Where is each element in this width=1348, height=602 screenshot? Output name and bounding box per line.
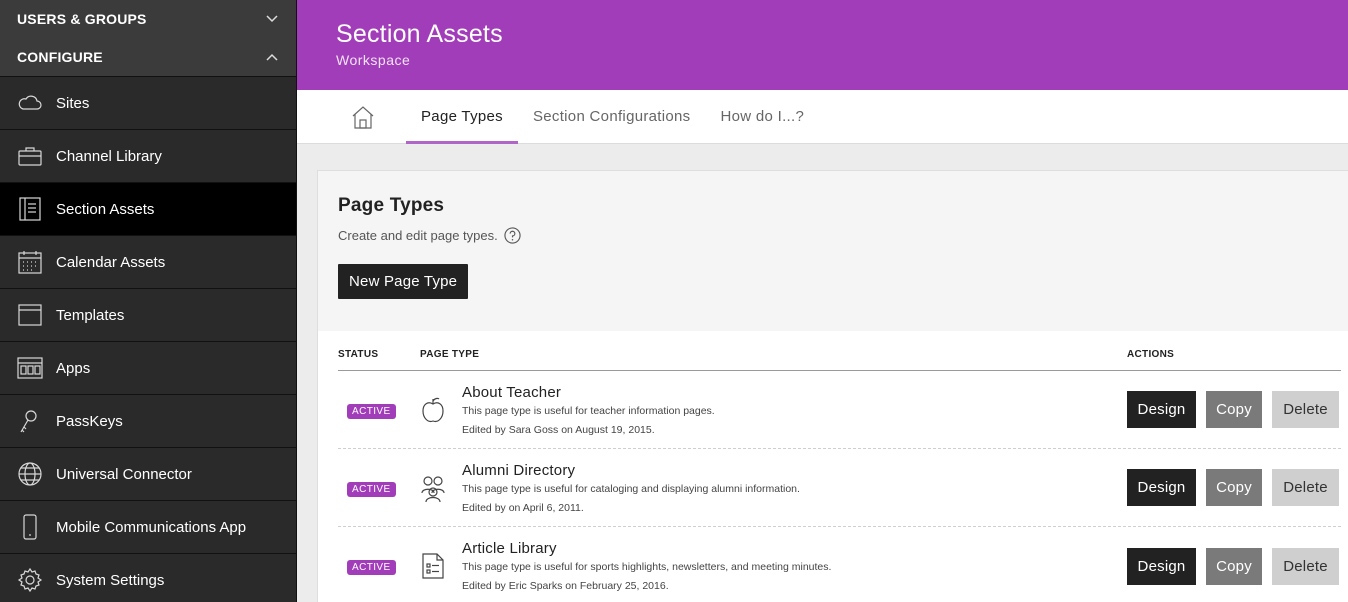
column-header-status: STATUS <box>338 349 379 360</box>
design-button[interactable]: Design <box>1127 547 1196 585</box>
status-badge: ACTIVE <box>347 560 396 575</box>
design-button[interactable]: Design <box>1127 469 1196 506</box>
cloud-icon <box>17 90 43 116</box>
globe-icon <box>17 461 43 487</box>
page-type-name[interactable]: About Teacher <box>462 384 1127 401</box>
chevron-down-icon <box>265 12 279 26</box>
delete-button[interactable]: Delete <box>1272 391 1339 428</box>
panel-title: Page Types <box>338 195 445 216</box>
page-type-edited: Edited by on April 6, 2011. <box>462 501 584 514</box>
sidebar-section-configure[interactable]: CONFIGURE <box>0 38 296 76</box>
apps-icon <box>17 355 43 381</box>
home-icon <box>352 105 374 129</box>
briefcase-icon <box>17 143 43 169</box>
page-subtitle: Workspace <box>336 52 411 68</box>
status-badge: ACTIVE <box>347 403 396 419</box>
new-page-type-button[interactable]: New Page Type <box>338 264 469 299</box>
tab-bar: Page Types Section Configurations How do… <box>297 90 1348 144</box>
passkey-icon <box>17 408 43 434</box>
sidebar-section-users-groups[interactable]: USERS & GROUPS <box>0 0 296 38</box>
sidebar-item-channel-library[interactable]: Channel Library <box>0 129 296 182</box>
sidebar-item-label: Templates <box>56 306 125 324</box>
help-icon[interactable] <box>504 227 521 244</box>
sidebar: USERS & GROUPS CONFIGURE Sites Channel L… <box>0 0 297 602</box>
page-types-panel: Page Types Create and edit page types. N… <box>317 170 1348 602</box>
page-type-name[interactable]: Article Library <box>462 540 1127 557</box>
sidebar-item-passkeys[interactable]: PassKeys <box>0 394 296 447</box>
sidebar-item-label: Calendar Assets <box>56 253 166 271</box>
table-header: STATUS PAGE TYPE ACTIONS <box>338 331 1341 371</box>
sidebar-item-section-assets[interactable]: Section Assets <box>0 182 296 235</box>
sidebar-item-label: Mobile Communications App <box>56 518 247 536</box>
apple-icon <box>422 397 444 422</box>
gear-icon <box>17 567 43 593</box>
column-header-page-type: PAGE TYPE <box>420 349 480 360</box>
sidebar-section-label: USERS & GROUPS <box>17 11 147 27</box>
copy-button[interactable]: Copy <box>1206 469 1262 506</box>
sidebar-item-sites[interactable]: Sites <box>0 76 296 129</box>
document-list-icon <box>422 553 444 579</box>
delete-button[interactable]: Delete <box>1272 469 1339 506</box>
people-icon <box>421 475 445 502</box>
calendar-icon <box>17 249 43 275</box>
page-type-name[interactable]: Alumni Directory <box>462 462 1127 479</box>
sidebar-item-system-settings[interactable]: System Settings <box>0 553 296 602</box>
sidebar-item-label: System Settings <box>56 571 165 589</box>
copy-button[interactable]: Copy <box>1206 547 1262 585</box>
sidebar-item-label: PassKeys <box>56 412 123 430</box>
sidebar-section-label: CONFIGURE <box>17 49 103 65</box>
sidebar-item-mobile-app[interactable]: Mobile Communications App <box>0 500 296 553</box>
section-list-icon <box>17 196 43 222</box>
sidebar-item-label: Sites <box>56 94 90 112</box>
tab-section-configurations[interactable]: Section Configurations <box>518 90 706 143</box>
sidebar-item-apps[interactable]: Apps <box>0 341 296 394</box>
page-type-edited: Edited by Eric Sparks on February 25, 20… <box>462 580 669 592</box>
page-type-description: This page type is useful for sports high… <box>462 561 832 573</box>
table-row: ACTIVE Alumni Directory This page type i… <box>338 449 1341 527</box>
copy-button[interactable]: Copy <box>1206 391 1262 428</box>
page-type-description: This page type is useful for teacher inf… <box>462 404 715 417</box>
page-type-description: This page type is useful for cataloging … <box>462 482 800 495</box>
status-badge: ACTIVE <box>347 481 396 497</box>
home-tab[interactable] <box>338 90 388 143</box>
sidebar-item-label: Apps <box>56 359 91 377</box>
sidebar-item-universal-connector[interactable]: Universal Connector <box>0 447 296 500</box>
column-header-actions: ACTIONS <box>1127 349 1175 360</box>
sidebar-item-label: Channel Library <box>56 147 162 165</box>
design-button[interactable]: Design <box>1127 391 1196 428</box>
sidebar-item-calendar-assets[interactable]: Calendar Assets <box>0 235 296 288</box>
table-row: ACTIVE Article Library This page type is… <box>338 527 1341 602</box>
page-title: Section Assets <box>336 20 503 48</box>
sidebar-item-label: Section Assets <box>56 200 155 218</box>
panel-description-text: Create and edit page types. <box>338 228 498 243</box>
template-icon <box>17 302 43 328</box>
sidebar-item-label: Universal Connector <box>56 465 192 483</box>
page-types-table: STATUS PAGE TYPE ACTIONS ACTIVE About Te… <box>318 331 1348 602</box>
tab-page-types[interactable]: Page Types <box>406 90 518 144</box>
page-type-edited: Edited by Sara Goss on August 19, 2015. <box>462 423 655 436</box>
page-header: Section Assets Workspace <box>297 0 1348 90</box>
panel-description: Create and edit page types. <box>338 227 1348 244</box>
chevron-up-icon <box>265 50 279 64</box>
table-row: ACTIVE About Teacher This page type is u… <box>338 371 1341 449</box>
sidebar-item-templates[interactable]: Templates <box>0 288 296 341</box>
mobile-icon <box>17 514 43 540</box>
delete-button[interactable]: Delete <box>1272 547 1339 585</box>
tab-how-do-i[interactable]: How do I...? <box>705 90 819 143</box>
